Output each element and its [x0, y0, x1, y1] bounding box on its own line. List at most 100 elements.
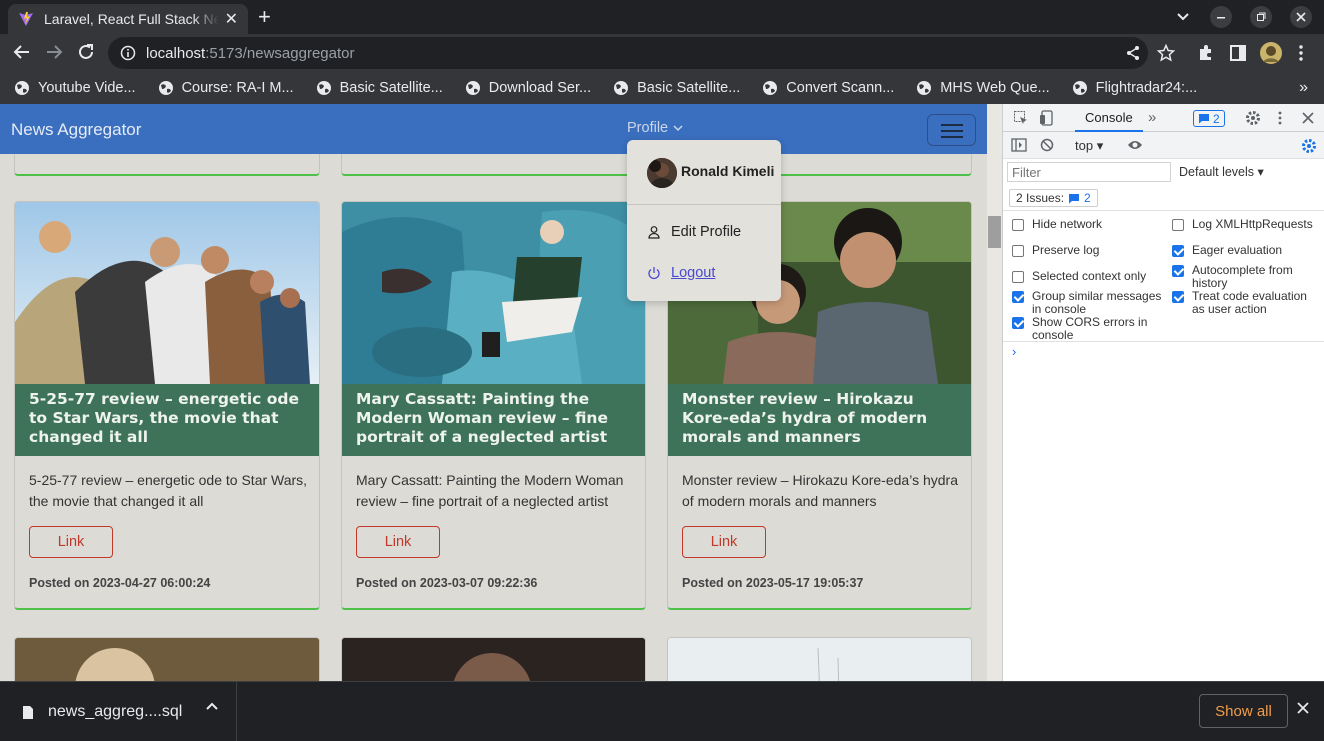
treat-code-evaluation-checkbox[interactable]: Treat code evaluation as user action — [1172, 290, 1322, 316]
selected-context-only-checkbox[interactable]: Selected context only — [1012, 270, 1162, 283]
side-panel-icon[interactable] — [1229, 44, 1247, 62]
new-tab-button[interactable]: + — [258, 6, 271, 28]
edit-profile-menu-item[interactable]: Edit Profile — [647, 224, 741, 240]
checkbox[interactable] — [1172, 245, 1184, 257]
close-downloads-bar-icon[interactable] — [1297, 702, 1309, 714]
reload-icon[interactable] — [77, 43, 95, 61]
bookmark-item[interactable]: MHS Web Que... — [916, 80, 1050, 96]
profile-dropdown-toggle[interactable]: Profile — [627, 120, 683, 136]
console-prompt[interactable]: › — [1012, 344, 1016, 359]
globe-icon — [465, 80, 481, 96]
show-all-downloads-button[interactable]: Show all — [1199, 694, 1288, 728]
news-card-link-button[interactable]: Link — [682, 526, 766, 558]
site-info-icon[interactable] — [120, 45, 136, 61]
download-item[interactable]: news_aggreg....sql — [0, 682, 237, 741]
checkbox[interactable] — [1172, 265, 1184, 277]
chevron-up-icon[interactable] — [206, 702, 218, 710]
news-card-link-button[interactable]: Link — [29, 526, 113, 558]
globe-icon — [316, 80, 332, 96]
preserve-log-checkbox[interactable]: Preserve log — [1012, 244, 1162, 257]
news-card-image — [342, 202, 645, 384]
kebab-menu-icon[interactable] — [1278, 111, 1282, 125]
group-similar-messages-checkbox[interactable]: Group similar messages in console — [1012, 290, 1162, 316]
settings-gear-icon[interactable] — [1245, 110, 1261, 126]
checkbox[interactable] — [1012, 245, 1024, 257]
news-card-link-button[interactable]: Link — [356, 526, 440, 558]
logout-menu-item[interactable]: Logout — [647, 265, 715, 281]
tab-title: Laravel, React Full Stack News Aggregato… — [44, 11, 219, 27]
navbar-brand[interactable]: News Aggregator — [11, 120, 141, 140]
divider — [1003, 341, 1324, 342]
globe-icon — [916, 80, 932, 96]
bookmark-item[interactable]: Basic Satellite... — [613, 80, 740, 96]
inspect-element-icon[interactable] — [1013, 110, 1029, 126]
checkbox[interactable] — [1012, 291, 1024, 303]
show-cors-errors-checkbox[interactable]: Show CORS errors in console — [1012, 316, 1162, 342]
page-scrollbar[interactable] — [987, 104, 1002, 681]
bookmark-item[interactable]: Convert Scann... — [762, 80, 894, 96]
news-card-description: Monster review – Hirokazu Kore-eda’s hyd… — [682, 472, 958, 509]
message-icon — [1068, 193, 1080, 204]
forward-arrow-icon[interactable] — [45, 43, 63, 61]
hide-network-checkbox[interactable]: Hide network — [1012, 218, 1162, 231]
globe-icon — [1072, 80, 1088, 96]
checkbox[interactable] — [1012, 317, 1024, 329]
issues-button[interactable]: 2 Issues: 2 — [1009, 189, 1098, 207]
news-card-title: 5-25-77 review – energetic ode to Star W… — [15, 384, 319, 456]
news-card-title: Monster review – Hirokazu Kore-eda’s hyd… — [668, 384, 971, 456]
profile-label: Profile — [627, 120, 669, 136]
minimize-window-icon[interactable] — [1210, 6, 1232, 28]
bookmark-item[interactable]: Youtube Vide... — [14, 80, 136, 96]
console-filter-input[interactable] — [1007, 162, 1171, 182]
navbar-toggler-button[interactable] — [927, 114, 976, 146]
eager-evaluation-checkbox[interactable]: Eager evaluation — [1172, 244, 1322, 257]
address-bar[interactable]: localhost:5173/newsaggregator — [108, 37, 1148, 69]
bookmark-star-icon[interactable] — [1157, 44, 1175, 62]
bookmark-item[interactable]: Download Ser... — [465, 80, 591, 96]
checkbox[interactable] — [1172, 291, 1184, 303]
tab-search-icon[interactable] — [1172, 6, 1194, 28]
devtools-panel: Console » 2 top ▾ Default levels ▾ — [1002, 104, 1324, 681]
console-settings-gear-icon[interactable] — [1301, 138, 1317, 154]
user-name: Ronald Kimeli — [681, 163, 775, 179]
url-text: localhost:5173/newsaggregator — [146, 44, 355, 62]
news-card-posted-date: Posted on 2023-03-07 09:22:36 — [356, 576, 538, 590]
close-devtools-icon[interactable] — [1302, 112, 1314, 124]
bookmark-item[interactable]: Basic Satellite... — [316, 80, 443, 96]
scrollbar-thumb[interactable] — [988, 216, 1001, 248]
restore-window-icon[interactable] — [1250, 6, 1272, 28]
share-icon[interactable] — [1125, 45, 1141, 61]
globe-icon — [762, 80, 778, 96]
chrome-menu-icon[interactable] — [1298, 45, 1304, 61]
checkbox[interactable] — [1012, 271, 1024, 283]
checkbox[interactable] — [1012, 219, 1024, 231]
log-xmlhttprequests-checkbox[interactable]: Log XMLHttpRequests — [1172, 218, 1322, 231]
news-card-posted-date: Posted on 2023-05-17 19:05:37 — [682, 576, 864, 590]
news-card-image — [15, 202, 319, 384]
clear-console-icon[interactable] — [1040, 138, 1054, 152]
devtools-tab-bar: Console » 2 — [1003, 104, 1324, 132]
autocomplete-from-history-checkbox[interactable]: Autocomplete from history — [1172, 264, 1322, 290]
device-toolbar-icon[interactable] — [1039, 110, 1055, 126]
back-arrow-icon[interactable] — [13, 43, 31, 61]
bookmark-item[interactable]: Flightradar24:... — [1072, 80, 1197, 96]
profile-avatar-icon[interactable] — [1259, 41, 1283, 65]
more-tabs-button[interactable]: » — [1148, 109, 1156, 126]
extensions-puzzle-icon[interactable] — [1197, 44, 1215, 62]
dropdown-divider — [627, 204, 781, 205]
browser-tab[interactable]: Laravel, React Full Stack News Aggregato… — [8, 4, 248, 34]
context-selector[interactable]: top ▾ — [1075, 138, 1103, 154]
logout-label: Logout — [671, 265, 716, 281]
live-expression-eye-icon[interactable] — [1127, 139, 1143, 151]
download-file-name: news_aggreg....sql — [48, 703, 183, 720]
bookmark-item[interactable]: Course: RA-I M... — [158, 80, 294, 96]
close-window-icon[interactable] — [1290, 6, 1312, 28]
more-bookmarks-button[interactable]: » — [1299, 79, 1308, 97]
sidebar-toggle-icon[interactable] — [1011, 138, 1027, 152]
issues-badge[interactable]: 2 — [1193, 110, 1225, 127]
checkbox[interactable] — [1172, 219, 1184, 231]
log-levels-dropdown[interactable]: Default levels ▾ — [1179, 164, 1264, 179]
tab-console[interactable]: Console — [1075, 104, 1143, 132]
news-card-partial — [667, 637, 972, 681]
tab-close-icon[interactable]: ✕ — [225, 9, 238, 29]
